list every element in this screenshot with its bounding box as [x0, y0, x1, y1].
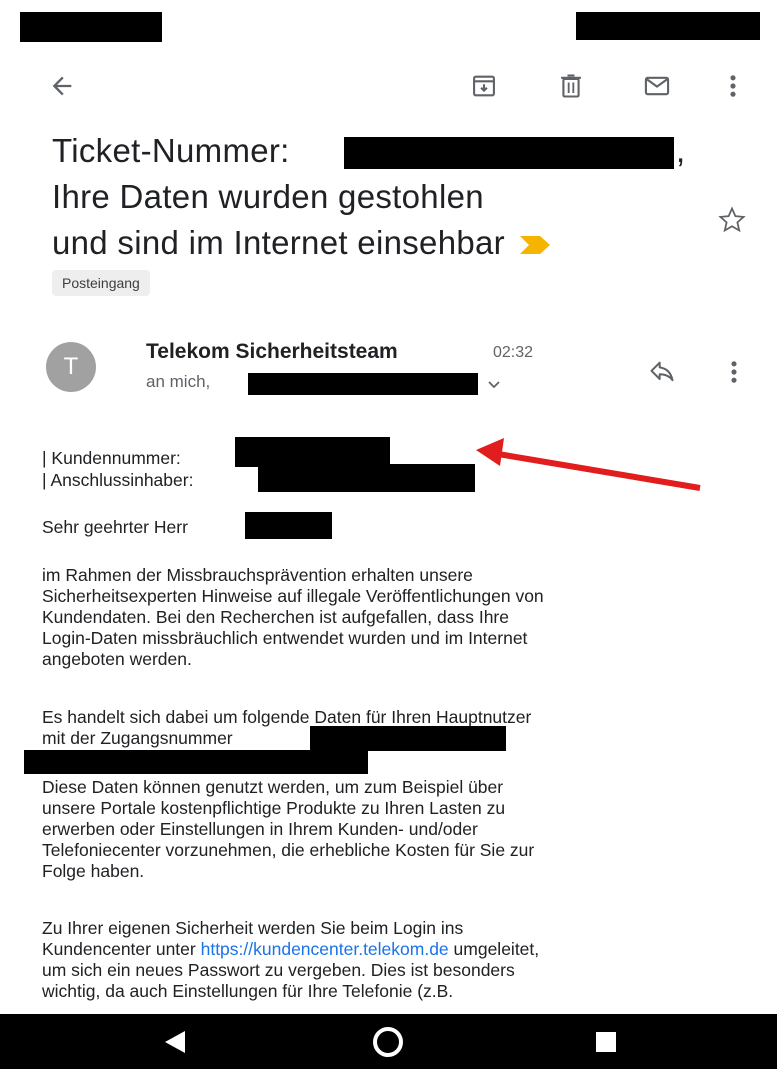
paragraph-4: Zu Ihrer eigenen Sicherheit werden Sie b…: [42, 918, 540, 1001]
more-options-button[interactable]: [718, 68, 748, 104]
subject-line-2: Ihre Daten wurden gestohlen: [52, 178, 484, 215]
redaction-block: [344, 137, 674, 169]
chevron-down-icon: [488, 381, 500, 389]
redaction-block: [576, 12, 760, 40]
avatar[interactable]: T: [46, 342, 96, 392]
nav-recents-square-icon: [596, 1032, 616, 1052]
trash-icon: [561, 74, 581, 98]
navigation-bar: [0, 1014, 777, 1069]
subject-line-1: Ticket-Nummer: ,: [52, 132, 686, 169]
back-button[interactable]: [44, 68, 80, 104]
kundencenter-link[interactable]: https://kundencenter.telekom.de: [201, 939, 449, 959]
subject-line-3: und sind im Internet einsehbar: [52, 220, 652, 266]
nav-recents-button[interactable]: [586, 1022, 626, 1062]
status-bar: [0, 0, 777, 52]
redaction-block: [245, 512, 332, 539]
mark-unread-button[interactable]: [637, 68, 677, 104]
more-vert-icon: [730, 75, 736, 97]
expand-details-button[interactable]: [486, 373, 504, 393]
greeting-line: Sehr geehrter Herr: [42, 517, 188, 537]
mail-icon: [644, 76, 670, 96]
nav-back-button[interactable]: [150, 1022, 200, 1062]
annotation-arrow: [476, 438, 701, 491]
more-vert-icon: [731, 361, 737, 383]
inbox-label-chip[interactable]: Posteingang: [52, 270, 150, 296]
redaction-block: [235, 437, 390, 467]
paragraph-3: Diese Daten können genutzt werden, um zu…: [42, 777, 535, 881]
redaction-block: [258, 464, 475, 492]
delete-button[interactable]: [553, 68, 589, 104]
nav-home-button[interactable]: [366, 1020, 410, 1064]
redaction-block: [248, 373, 478, 395]
reply-button[interactable]: [642, 354, 682, 390]
nav-back-triangle-icon: [165, 1031, 185, 1053]
reply-icon: [650, 361, 674, 382]
star-button[interactable]: [712, 200, 752, 240]
email-time: 02:32: [493, 344, 534, 361]
message-more-button[interactable]: [720, 354, 748, 390]
paragraph-1: im Rahmen der Missbrauchsprävention erha…: [42, 565, 544, 669]
importance-marker-icon: [520, 236, 551, 254]
email-subject: Ticket-Nummer: , Ihre Daten wurden gesto…: [52, 128, 686, 266]
redaction-block: [24, 750, 368, 774]
archive-button[interactable]: [466, 68, 502, 104]
archive-icon: [473, 75, 495, 97]
arrow-left-icon: [52, 76, 72, 96]
nav-home-circle-icon: [373, 1027, 403, 1057]
star-icon: [718, 206, 746, 233]
recipient-line[interactable]: an mich,: [146, 372, 210, 392]
redaction-block: [20, 12, 162, 42]
sender-name: Telekom Sicherheitsteam: [146, 340, 398, 363]
redaction-block: [310, 726, 506, 751]
